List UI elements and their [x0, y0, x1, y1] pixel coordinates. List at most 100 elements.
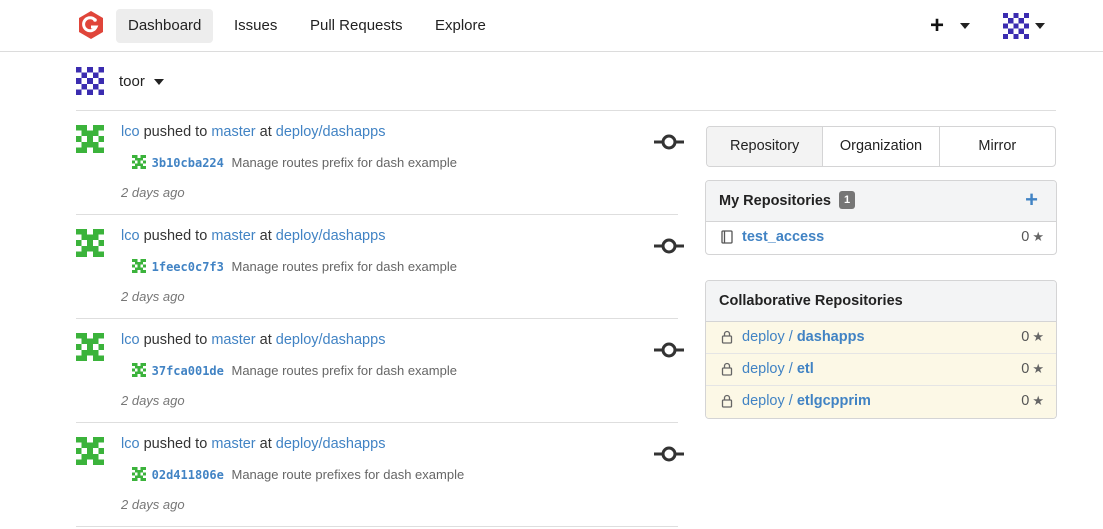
feed-at: at — [259, 228, 272, 244]
user-avatar — [1003, 13, 1029, 39]
tab-repository[interactable]: Repository — [707, 127, 824, 166]
repo-stars: 0 ★ — [1021, 329, 1044, 345]
repo-list-item[interactable]: deploy / etl 0 ★ — [706, 354, 1056, 386]
repo-type-tabs: Repository Organization Mirror — [706, 126, 1056, 167]
feed-commit: 1feec0c7f3 Manage routes prefix for dash… — [132, 259, 457, 274]
my-repositories-title: My Repositories — [719, 193, 831, 209]
repo-stars: 0 ★ — [1021, 229, 1044, 245]
commit-sha-link[interactable]: 37fca001de — [152, 364, 224, 378]
feed-summary: lco pushed to master at deploy/dashapps — [121, 332, 385, 348]
feed-action: pushed to — [143, 332, 208, 348]
feed-at: at — [259, 332, 272, 348]
user-avatar[interactable] — [76, 229, 104, 257]
repo-list-item[interactable]: deploy / etlgcpprim 0 ★ — [706, 386, 1056, 418]
commit-sha-link[interactable]: 1feec0c7f3 — [152, 260, 224, 274]
feed-at: at — [259, 436, 272, 452]
feed-summary: lco pushed to master at deploy/dashapps — [121, 124, 385, 140]
commit-icon — [654, 134, 684, 150]
commit-message: Manage routes prefix for dash example — [231, 363, 457, 378]
commit-message: Manage routes prefix for dash example — [231, 259, 457, 274]
feed-repo-link[interactable]: deploy/dashapps — [276, 228, 386, 244]
lock-icon — [721, 362, 733, 376]
feed-user-link[interactable]: lco — [121, 436, 140, 452]
feed-user-link[interactable]: lco — [121, 124, 140, 140]
committer-avatar — [132, 259, 146, 273]
logo-icon[interactable] — [76, 10, 106, 40]
user-menu-button[interactable] — [1003, 13, 1049, 41]
activity-feed: lco pushed to master at deploy/dashapps … — [76, 111, 684, 527]
commit-message: Manage route prefixes for dash example — [231, 467, 465, 482]
repo-list-item[interactable]: test_access 0 ★ — [706, 222, 1056, 254]
lock-icon — [721, 394, 733, 408]
feed-item: lco pushed to master at deploy/dashapps … — [76, 215, 684, 319]
nav-dashboard[interactable]: Dashboard — [116, 9, 214, 43]
feed-branch-link[interactable]: master — [211, 124, 255, 140]
chevron-down-icon — [1035, 23, 1045, 29]
feed-user-link[interactable]: lco — [121, 332, 140, 348]
user-avatar[interactable] — [76, 333, 104, 361]
star-icon: ★ — [1032, 361, 1044, 376]
star-icon: ★ — [1032, 229, 1044, 244]
nav-issues[interactable]: Issues — [222, 9, 289, 43]
tab-mirror[interactable]: Mirror — [940, 127, 1055, 166]
my-repositories-header: My Repositories 1 + — [706, 181, 1056, 222]
nav-pull-requests[interactable]: Pull Requests — [298, 9, 415, 43]
commit-sha-link[interactable]: 3b10cba224 — [152, 156, 224, 170]
repo-count-badge: 1 — [839, 191, 855, 209]
feed-commit: 02d411806e Manage route prefixes for das… — [132, 467, 464, 482]
context-username: toor — [119, 73, 145, 90]
lock-icon — [721, 330, 733, 344]
feed-time: 2 days ago — [121, 497, 185, 512]
feed-commit: 37fca001de Manage routes prefix for dash… — [132, 363, 457, 378]
chevron-down-icon — [154, 79, 164, 85]
nav-explore[interactable]: Explore — [423, 9, 498, 43]
collaborative-repositories-header: Collaborative Repositories — [706, 281, 1056, 322]
feed-branch-link[interactable]: master — [211, 228, 255, 244]
tab-organization[interactable]: Organization — [823, 127, 940, 166]
repo-name-link[interactable]: test_access — [742, 229, 824, 245]
star-icon: ★ — [1032, 393, 1044, 408]
feed-time: 2 days ago — [121, 185, 185, 200]
feed-action: pushed to — [143, 124, 208, 140]
commit-message: Manage routes prefix for dash example — [231, 155, 457, 170]
chevron-down-icon — [960, 23, 970, 29]
my-repositories-panel: My Repositories 1 + test_access 0 ★ — [705, 180, 1057, 255]
feed-commit: 3b10cba224 Manage routes prefix for dash… — [132, 155, 457, 170]
feed-repo-link[interactable]: deploy/dashapps — [276, 332, 386, 348]
feed-branch-link[interactable]: master — [211, 332, 255, 348]
context-avatar — [76, 67, 104, 95]
feed-repo-link[interactable]: deploy/dashapps — [276, 436, 386, 452]
feed-branch-link[interactable]: master — [211, 436, 255, 452]
committer-avatar — [132, 363, 146, 377]
feed-action: pushed to — [143, 228, 208, 244]
context-switcher[interactable]: toor — [76, 67, 196, 97]
commit-icon — [654, 238, 684, 254]
feed-item: lco pushed to master at deploy/dashapps … — [76, 319, 684, 423]
repo-book-icon — [721, 230, 733, 244]
committer-avatar — [132, 155, 146, 169]
feed-item: lco pushed to master at deploy/dashapps … — [76, 423, 684, 527]
commit-icon — [654, 342, 684, 358]
create-menu-button[interactable]: + — [930, 12, 974, 39]
top-navbar: Dashboard Issues Pull Requests Explore + — [0, 0, 1103, 52]
user-avatar[interactable] — [76, 125, 104, 153]
feed-repo-link[interactable]: deploy/dashapps — [276, 124, 386, 140]
repo-name-link[interactable]: deploy / etlgcpprim — [742, 393, 871, 409]
feed-action: pushed to — [143, 436, 208, 452]
committer-avatar — [132, 467, 146, 481]
commit-sha-link[interactable]: 02d411806e — [152, 468, 224, 482]
repo-name-link[interactable]: deploy / dashapps — [742, 329, 865, 345]
add-repo-button[interactable]: + — [1025, 187, 1038, 213]
commit-icon — [654, 446, 684, 462]
feed-user-link[interactable]: lco — [121, 228, 140, 244]
feed-at: at — [259, 124, 272, 140]
star-icon: ★ — [1032, 329, 1044, 344]
repo-list-item[interactable]: deploy / dashapps 0 ★ — [706, 322, 1056, 354]
repo-stars: 0 ★ — [1021, 393, 1044, 409]
feed-summary: lco pushed to master at deploy/dashapps — [121, 436, 385, 452]
repo-stars: 0 ★ — [1021, 361, 1044, 377]
user-avatar[interactable] — [76, 437, 104, 465]
repo-name-link[interactable]: deploy / etl — [742, 361, 814, 377]
collaborative-repositories-panel: Collaborative Repositories deploy / dash… — [705, 280, 1057, 419]
collaborative-repositories-title: Collaborative Repositories — [719, 293, 903, 309]
